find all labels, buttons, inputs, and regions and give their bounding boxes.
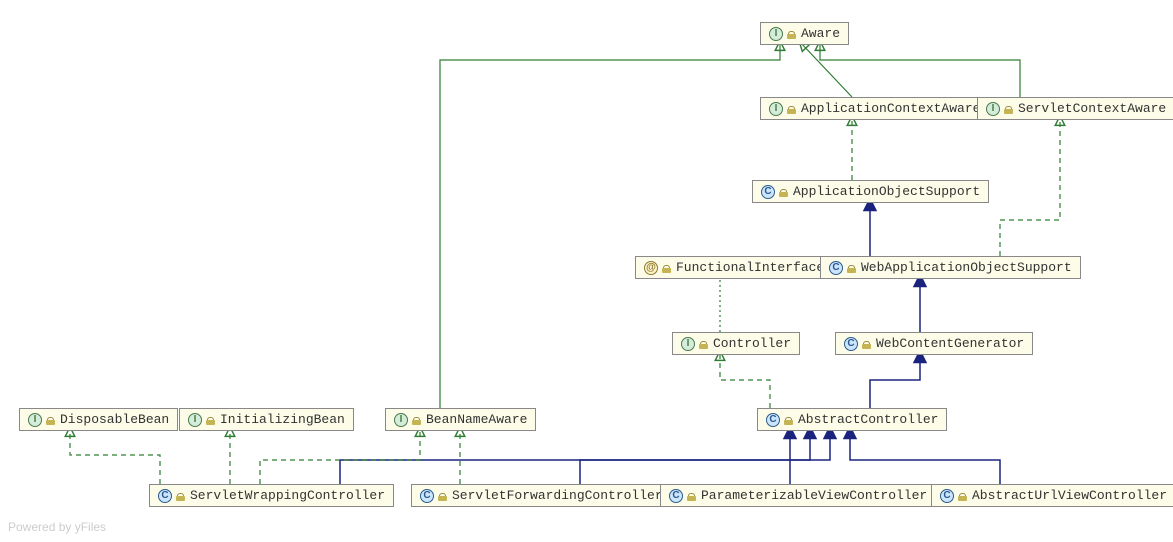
lock-icon (412, 415, 422, 425)
class-icon: C (829, 261, 843, 275)
node-servlet-forwarding[interactable]: C ServletForwardingController (411, 484, 672, 507)
lock-icon (784, 415, 794, 425)
node-disposable-bean[interactable]: I DisposableBean (19, 408, 178, 431)
node-label: WebApplicationObjectSupport (861, 260, 1072, 275)
lock-icon (438, 491, 448, 501)
lock-icon (847, 263, 857, 273)
node-label: ServletWrappingController (190, 488, 385, 503)
lock-icon (176, 491, 186, 501)
node-abstract-url-view[interactable]: C AbstractUrlViewController (931, 484, 1173, 507)
node-abstract-controller[interactable]: C AbstractController (757, 408, 947, 431)
node-servlet-wrapping[interactable]: C ServletWrappingController (149, 484, 394, 507)
node-label: ApplicationObjectSupport (793, 184, 980, 199)
node-label: BeanNameAware (426, 412, 527, 427)
interface-icon: I (681, 337, 695, 351)
interface-icon: I (986, 102, 1000, 116)
lock-icon (662, 263, 672, 273)
node-web-app-obj-support[interactable]: C WebApplicationObjectSupport (820, 256, 1081, 279)
lock-icon (46, 415, 56, 425)
node-functional-interface[interactable]: @ FunctionalInterface (635, 256, 833, 279)
class-icon: C (844, 337, 858, 351)
node-label: ApplicationContextAware (801, 101, 980, 116)
node-label: DisposableBean (60, 412, 169, 427)
node-label: WebContentGenerator (876, 336, 1024, 351)
lock-icon (862, 339, 872, 349)
node-aware[interactable]: I Aware (760, 22, 849, 45)
node-label: AbstractController (798, 412, 938, 427)
lock-icon (699, 339, 709, 349)
node-web-content-gen[interactable]: C WebContentGenerator (835, 332, 1033, 355)
node-label: AbstractUrlViewController (972, 488, 1167, 503)
lock-icon (1004, 104, 1014, 114)
node-controller[interactable]: I Controller (672, 332, 800, 355)
class-icon: C (669, 489, 683, 503)
node-label: ServletContextAware (1018, 101, 1166, 116)
powered-by: Powered by yFiles (8, 520, 106, 534)
lock-icon (958, 491, 968, 501)
node-label: Controller (713, 336, 791, 351)
interface-icon: I (188, 413, 202, 427)
node-param-view[interactable]: C ParameterizableViewController (660, 484, 936, 507)
annotation-icon: @ (644, 261, 658, 275)
node-label: ServletForwardingController (452, 488, 663, 503)
interface-icon: I (28, 413, 42, 427)
node-app-obj-support[interactable]: C ApplicationObjectSupport (752, 180, 989, 203)
lock-icon (206, 415, 216, 425)
interface-icon: I (394, 413, 408, 427)
interface-icon: I (769, 102, 783, 116)
lock-icon (779, 187, 789, 197)
node-app-ctx-aware[interactable]: I ApplicationContextAware (760, 97, 989, 120)
interface-icon: I (769, 27, 783, 41)
lock-icon (787, 29, 797, 39)
node-bean-name-aware[interactable]: I BeanNameAware (385, 408, 536, 431)
class-icon: C (766, 413, 780, 427)
class-icon: C (158, 489, 172, 503)
node-label: FunctionalInterface (676, 260, 824, 275)
node-servlet-ctx-aware[interactable]: I ServletContextAware (977, 97, 1173, 120)
lock-icon (787, 104, 797, 114)
node-label: ParameterizableViewController (701, 488, 927, 503)
class-icon: C (761, 185, 775, 199)
node-label: Aware (801, 26, 840, 41)
lock-icon (687, 491, 697, 501)
node-initializing-bean[interactable]: I InitializingBean (179, 408, 354, 431)
node-label: InitializingBean (220, 412, 345, 427)
class-icon: C (420, 489, 434, 503)
class-icon: C (940, 489, 954, 503)
